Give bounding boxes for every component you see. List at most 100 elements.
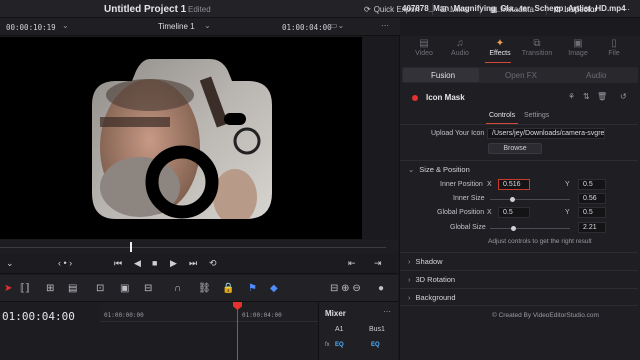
inner-position-x-field[interactable]: 0.516 xyxy=(498,179,530,190)
chevron-down-icon[interactable]: ⌄ xyxy=(204,21,211,30)
subtab-fusion[interactable]: Fusion xyxy=(431,71,455,80)
subtab-openfx[interactable]: Open FX xyxy=(505,71,537,80)
tab-audio[interactable]: ♫ Audio xyxy=(440,38,480,57)
upload-path-field[interactable]: /Users/jey/Downloads/camera-svgre xyxy=(487,128,605,139)
reset-icon[interactable]: ↺ xyxy=(620,92,627,101)
magic-wand-icon[interactable]: ⚘ xyxy=(568,92,575,101)
link-icon[interactable]: ⛓ xyxy=(198,283,211,294)
export-icon: ⟳ xyxy=(364,5,371,14)
tab-controls[interactable]: Controls xyxy=(489,112,515,119)
divider xyxy=(400,160,638,161)
inner-position-y-field[interactable]: 0.5 xyxy=(578,179,606,190)
more-options-icon[interactable]: ⋯ xyxy=(381,21,389,30)
play-reverse-icon[interactable]: ◀ xyxy=(134,258,141,269)
fx-label[interactable]: fx xyxy=(325,342,330,348)
section-3d-rotation[interactable]: › 3D Rotation xyxy=(408,275,455,284)
timeline-ruler[interactable]: 01:00:00:00 01:00:04:00 xyxy=(100,302,318,322)
match-frame-icon[interactable]: ⇤ xyxy=(348,258,356,269)
more-options-icon[interactable]: ⋯ xyxy=(383,307,391,316)
inner-size-slider[interactable] xyxy=(490,199,570,200)
global-size-field[interactable]: 2.21 xyxy=(578,222,606,233)
skip-back-icon[interactable]: ⏮ xyxy=(114,258,122,269)
marker-icon[interactable]: ◆ xyxy=(270,283,278,294)
divider xyxy=(400,270,638,271)
insert-clip-icon[interactable]: ⊡ xyxy=(96,283,104,294)
browse-button[interactable]: Browse xyxy=(488,143,542,154)
inner-size-field[interactable]: 0.56 xyxy=(578,193,606,204)
zoom-slider-knob[interactable]: ● xyxy=(378,283,384,294)
jog-control[interactable]: ‹ • › xyxy=(58,258,72,268)
dynamic-trim-icon[interactable]: ⊞ xyxy=(46,283,54,294)
replace-clip-icon[interactable]: ⊟ xyxy=(144,283,152,294)
selection-tool-icon[interactable]: ➤ xyxy=(4,283,12,294)
blade-tool-icon[interactable]: ▤ xyxy=(68,283,77,294)
play-icon[interactable]: ▶ xyxy=(170,258,177,269)
viewer-options-icon[interactable]: ▭⌄ xyxy=(330,21,344,30)
trash-icon[interactable]: 🗑 xyxy=(597,92,607,101)
timeline-selector[interactable]: Timeline 1 xyxy=(158,22,195,31)
trim-tool-icon[interactable]: ⟦⟧ xyxy=(20,283,30,294)
magic-wand-icon: ✦ xyxy=(495,38,505,49)
viewer-scrubber[interactable] xyxy=(0,240,398,254)
overwrite-clip-icon[interactable]: ▣ xyxy=(120,283,129,294)
global-position-label: Global Position xyxy=(437,209,485,216)
global-size-slider[interactable] xyxy=(490,228,570,229)
transport-controls: ⌄ ‹ • › ⏮ ◀ ■ ▶ ⏭ ⟲ ⇤ ⇥ xyxy=(0,254,398,274)
chevron-down-icon[interactable]: ⌄ xyxy=(62,21,69,30)
reorder-icon[interactable]: ⇅ xyxy=(583,92,590,101)
global-position-y-field[interactable]: 0.5 xyxy=(578,207,606,218)
mixer-title: Mixer xyxy=(325,309,346,318)
section-background[interactable]: › Background xyxy=(408,293,456,302)
y-label: Y xyxy=(565,209,570,216)
divider xyxy=(400,252,638,253)
file-icon: ▯ xyxy=(611,38,617,49)
lock-icon[interactable]: 🔒 xyxy=(222,283,234,294)
subtab-audio[interactable]: Audio xyxy=(586,71,606,80)
tab-file[interactable]: ▯ File xyxy=(594,38,634,57)
divider xyxy=(400,124,638,125)
image-icon: ▣ xyxy=(573,38,583,49)
timeline-playhead[interactable] xyxy=(237,302,238,360)
zoom-controls[interactable]: ⊟ ⊕ ⊖ xyxy=(330,283,361,294)
section-size-position[interactable]: ⌄ Size & Position xyxy=(408,165,470,174)
tab-effects[interactable]: ✦ Effects xyxy=(480,38,520,57)
tab-image[interactable]: ▣ Image xyxy=(558,38,598,57)
divider xyxy=(400,305,638,306)
eq-button[interactable]: EQ xyxy=(335,342,344,348)
viewer-options-icon[interactable]: ⌄ xyxy=(6,258,14,269)
active-tab-indicator xyxy=(485,62,511,63)
viewer-margin xyxy=(362,37,398,239)
project-status: Edited xyxy=(188,5,211,14)
full-screen-icon[interactable]: ⇥ xyxy=(374,258,382,269)
y-label: Y xyxy=(565,181,570,188)
tab-transition[interactable]: ⧉ Transition xyxy=(517,38,557,57)
transition-icon: ⧉ xyxy=(533,38,541,49)
scrubber-playhead[interactable] xyxy=(130,242,132,252)
source-timecode: 00:00:10:19 xyxy=(6,23,56,32)
global-position-x-field[interactable]: 0.5 xyxy=(498,207,530,218)
stop-icon[interactable]: ■ xyxy=(152,258,157,268)
inner-position-label: Inner Position xyxy=(440,181,483,188)
tab-settings[interactable]: Settings xyxy=(524,112,549,119)
project-title: Untitled Project 1 xyxy=(104,4,187,15)
video-viewer[interactable] xyxy=(0,37,362,239)
tab-video[interactable]: ▤ Video xyxy=(404,38,444,57)
masked-video-frame xyxy=(0,37,362,239)
inspector-tabs: ▤ Video ♫ Audio ✦ Effects ⧉ Transition ▣… xyxy=(400,36,640,64)
skip-forward-icon[interactable]: ⏭ xyxy=(189,258,197,269)
loop-icon[interactable]: ⟲ xyxy=(209,258,217,269)
ruler-label-mid: 01:00:04:00 xyxy=(242,312,282,319)
adjust-hint: Adjust controls to get the right result xyxy=(488,238,592,245)
chevron-right-icon: › xyxy=(408,257,411,266)
effect-enabled-toggle[interactable] xyxy=(412,95,418,101)
flag-icon[interactable]: ⚑ xyxy=(248,283,257,294)
inner-size-slider-knob[interactable] xyxy=(510,197,515,202)
effect-name: Icon Mask xyxy=(426,93,465,102)
eq-button[interactable]: EQ xyxy=(371,342,380,348)
chevron-right-icon: › xyxy=(408,275,411,284)
global-size-slider-knob[interactable] xyxy=(511,226,516,231)
snapping-icon[interactable]: ∩ xyxy=(174,283,181,294)
channel-bus1: Bus1 xyxy=(369,326,385,333)
section-shadow[interactable]: › Shadow xyxy=(408,257,443,266)
divider xyxy=(400,288,638,289)
